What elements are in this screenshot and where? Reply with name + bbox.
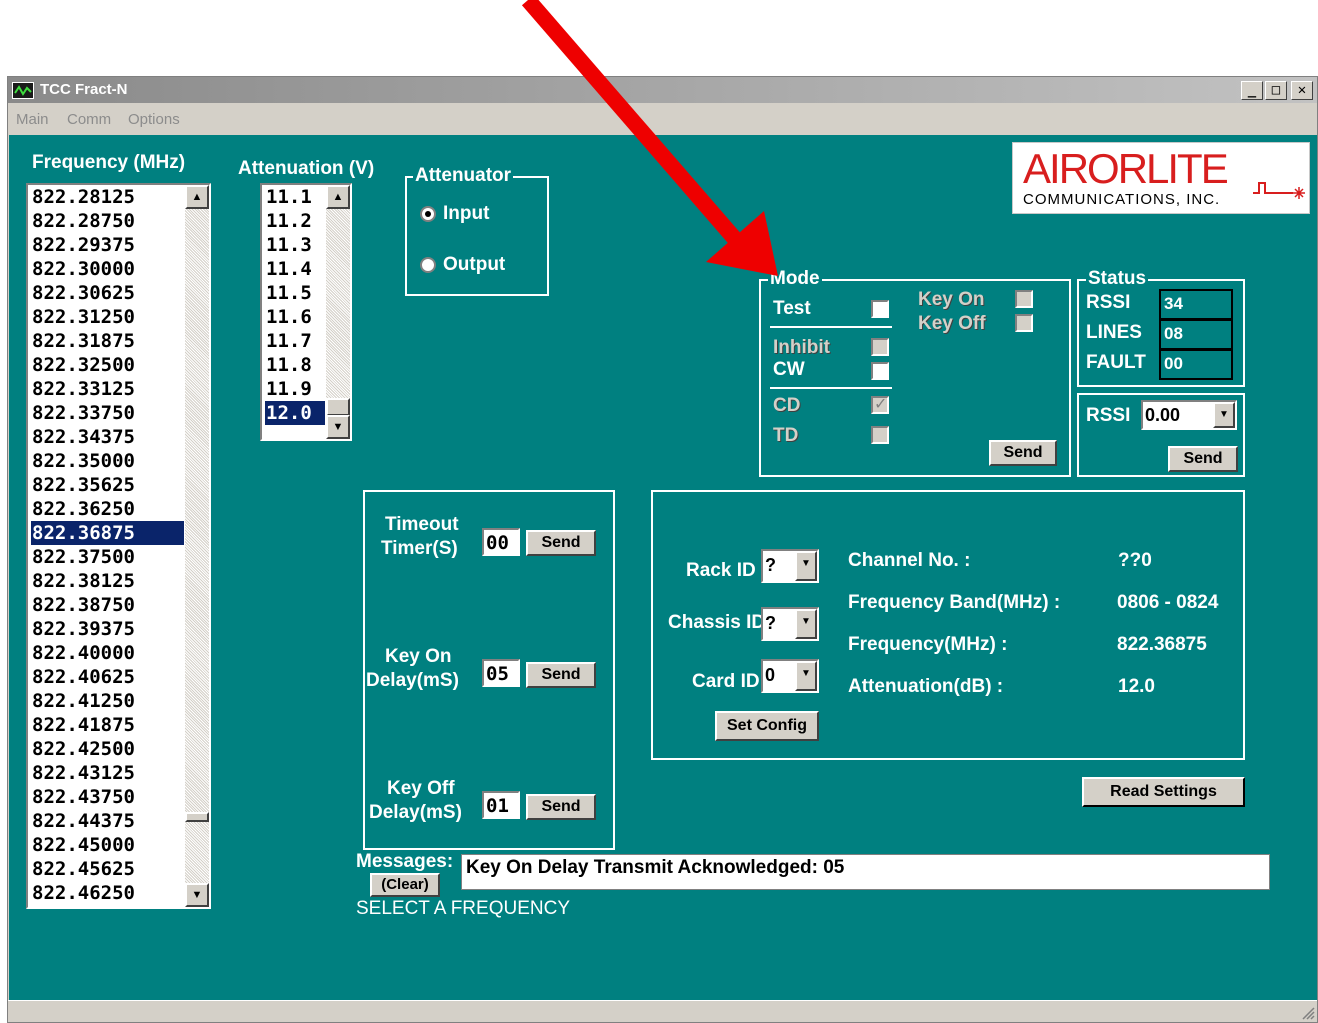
annotation-arrow xyxy=(521,0,778,276)
arrow-shaft xyxy=(521,0,742,245)
